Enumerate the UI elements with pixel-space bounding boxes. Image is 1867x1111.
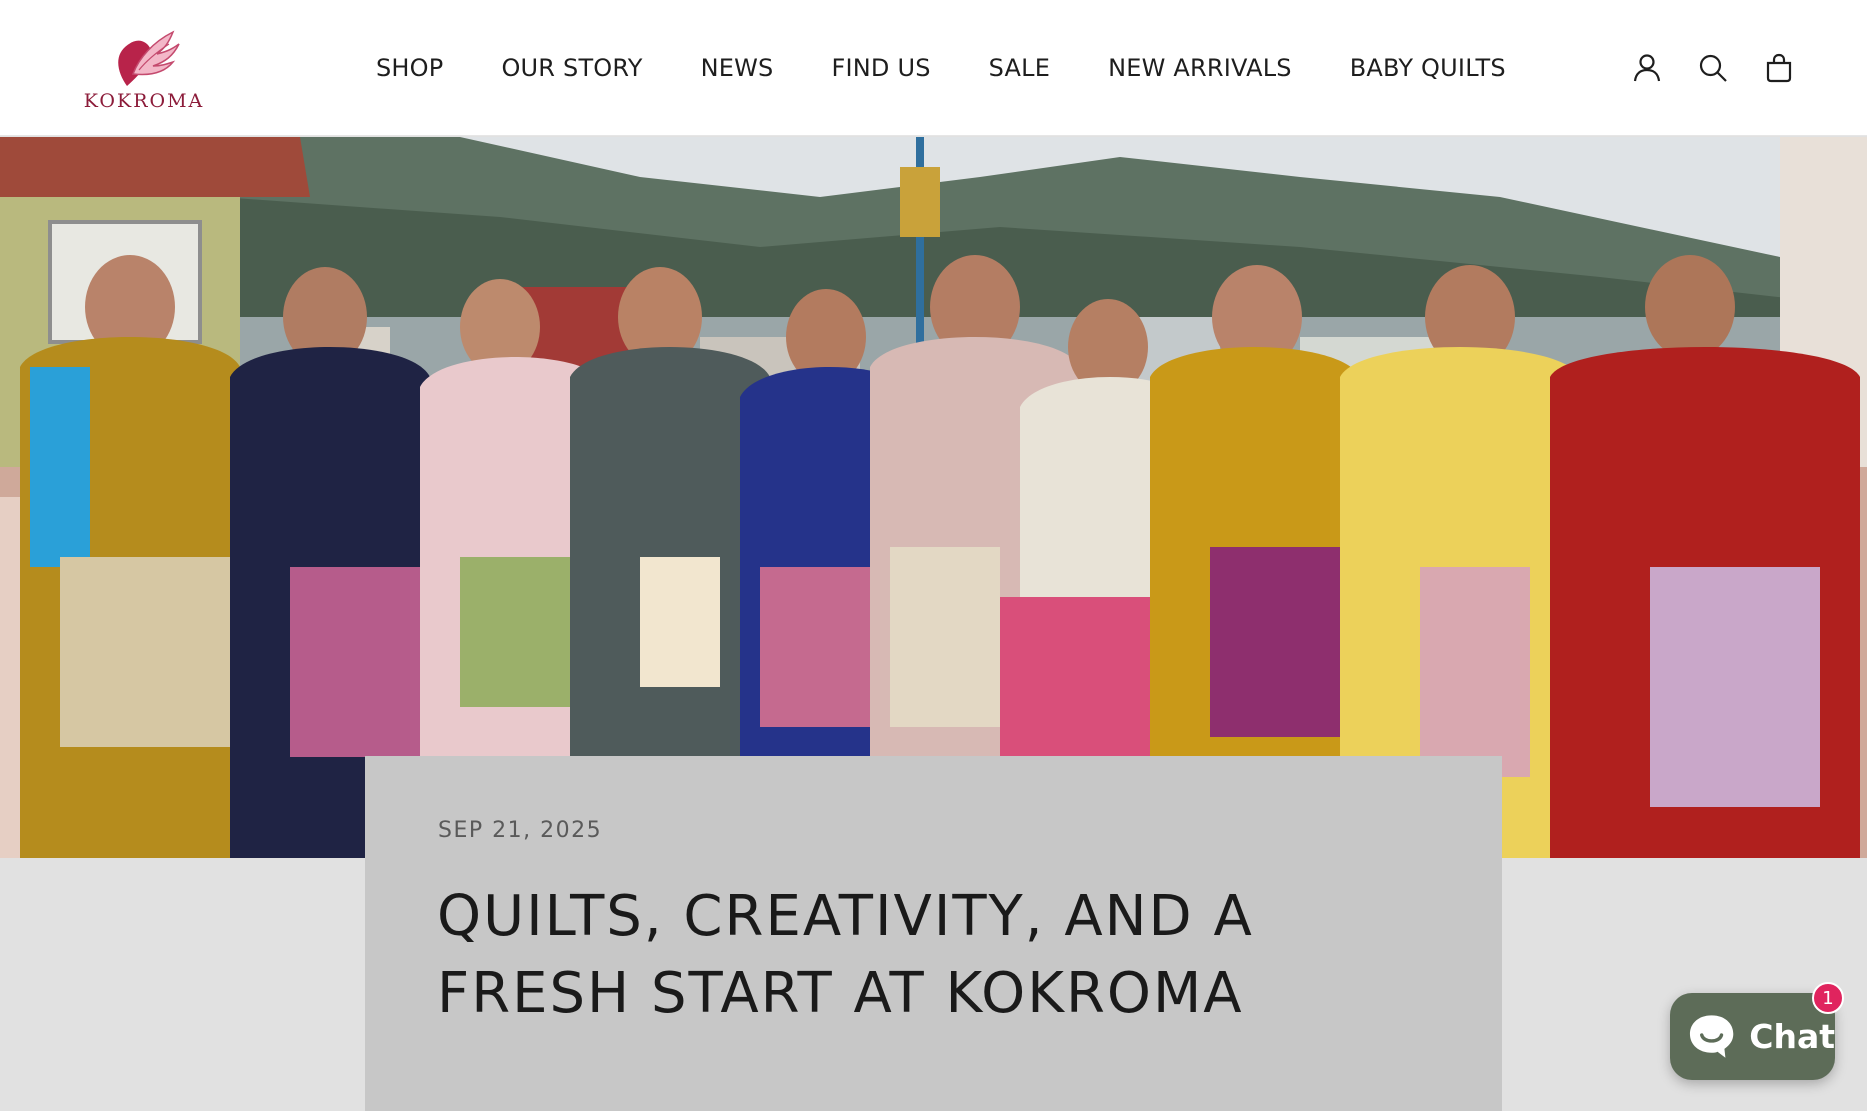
user-icon bbox=[1633, 54, 1661, 82]
main-nav: SHOP OUR STORY NEWS FIND US SALE NEW ARR… bbox=[376, 50, 1506, 86]
cart-button[interactable] bbox=[1761, 50, 1797, 86]
header-actions bbox=[1629, 50, 1797, 86]
search-icon bbox=[1699, 54, 1727, 82]
site-header: KOKROMA SHOP OUR STORY NEWS FIND US SALE… bbox=[0, 0, 1867, 136]
nav-shop[interactable]: SHOP bbox=[376, 54, 443, 82]
brand-logo[interactable]: KOKROMA bbox=[66, 24, 222, 116]
article-card: SEP 21, 2025 QUILTS, CREATIVITY, AND A F… bbox=[365, 756, 1502, 1111]
chat-button[interactable]: Chat bbox=[1670, 993, 1835, 1080]
nav-news[interactable]: NEWS bbox=[701, 54, 774, 82]
nav-baby-quilts[interactable]: BABY QUILTS bbox=[1350, 54, 1506, 82]
nav-our-story[interactable]: OUR STORY bbox=[501, 54, 642, 82]
nav-find-us[interactable]: FIND US bbox=[832, 54, 931, 82]
wing-icon bbox=[118, 30, 180, 86]
article-title: QUILTS, CREATIVITY, AND A FRESH START AT… bbox=[437, 884, 1254, 1026]
nav-sale[interactable]: SALE bbox=[989, 54, 1050, 82]
search-button[interactable] bbox=[1695, 50, 1731, 86]
article-date: SEP 21, 2025 bbox=[438, 818, 603, 843]
nav-new-arrivals[interactable]: NEW ARRIVALS bbox=[1108, 54, 1292, 82]
account-button[interactable] bbox=[1629, 50, 1665, 86]
chat-bubble-icon bbox=[1689, 1014, 1734, 1058]
chat-label: Chat bbox=[1749, 1017, 1835, 1056]
chat-notification-badge: 1 bbox=[1812, 982, 1844, 1014]
shopping-bag-icon bbox=[1766, 53, 1792, 83]
hero-image bbox=[0, 137, 1867, 858]
brand-name: KOKROMA bbox=[83, 90, 205, 112]
group-photo-illustration bbox=[0, 137, 1867, 858]
page: KOKROMA SHOP OUR STORY NEWS FIND US SALE… bbox=[0, 0, 1867, 1111]
